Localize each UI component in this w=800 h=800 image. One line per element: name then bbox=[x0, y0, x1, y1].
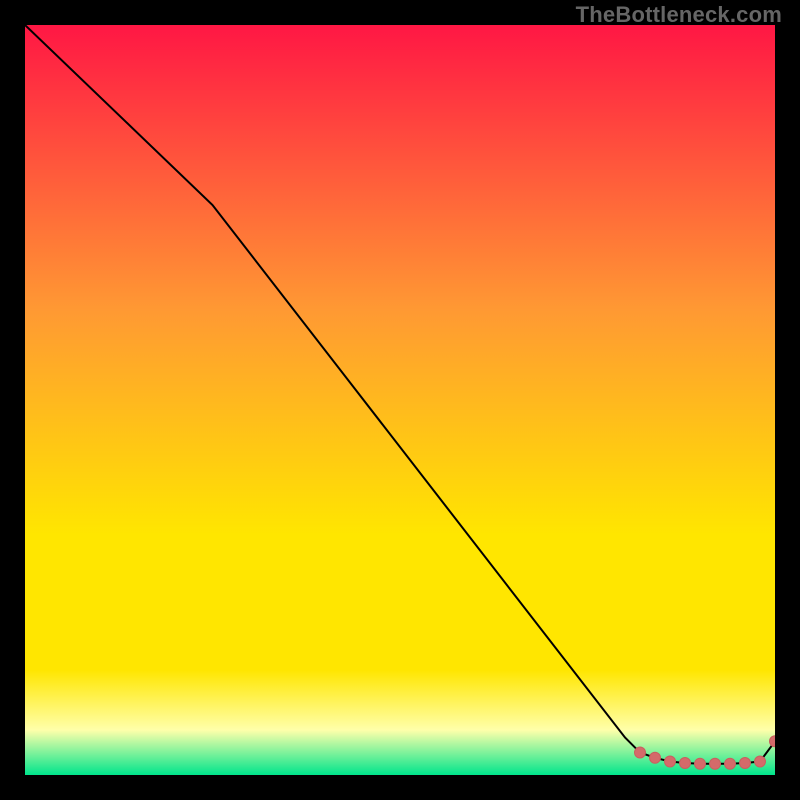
data-marker bbox=[710, 758, 721, 769]
data-marker bbox=[695, 758, 706, 769]
data-marker bbox=[650, 752, 661, 763]
plot-area bbox=[25, 25, 775, 775]
data-marker bbox=[725, 758, 736, 769]
data-marker bbox=[755, 756, 766, 767]
chart-svg bbox=[25, 25, 775, 775]
gradient-background bbox=[25, 25, 775, 775]
data-marker bbox=[740, 758, 751, 769]
data-marker bbox=[680, 758, 691, 769]
chart-stage: TheBottleneck.com bbox=[0, 0, 800, 800]
data-marker bbox=[635, 747, 646, 758]
data-marker bbox=[665, 756, 676, 767]
